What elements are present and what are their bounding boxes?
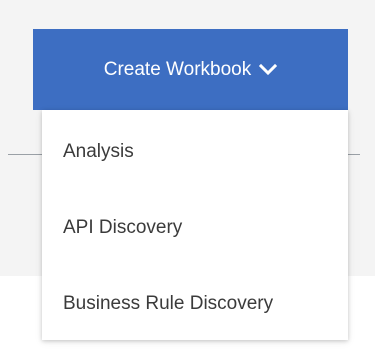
- create-workbook-menu: Analysis API Discovery Business Rule Dis…: [42, 110, 348, 340]
- divider-line-left: [8, 154, 42, 155]
- menu-item-analysis[interactable]: Analysis: [42, 122, 348, 182]
- create-workbook-button[interactable]: Create Workbook: [33, 29, 348, 110]
- create-workbook-label: Create Workbook: [103, 58, 252, 80]
- menu-item-api-discovery[interactable]: API Discovery: [42, 198, 348, 258]
- menu-item-label: API Discovery: [63, 217, 183, 238]
- menu-item-business-rule-discovery[interactable]: Business Rule Discovery: [42, 274, 348, 334]
- divider-line-right: [348, 154, 360, 155]
- menu-item-label: Analysis: [63, 141, 134, 162]
- chevron-down-icon: [259, 63, 278, 76]
- menu-item-label: Business Rule Discovery: [63, 293, 274, 314]
